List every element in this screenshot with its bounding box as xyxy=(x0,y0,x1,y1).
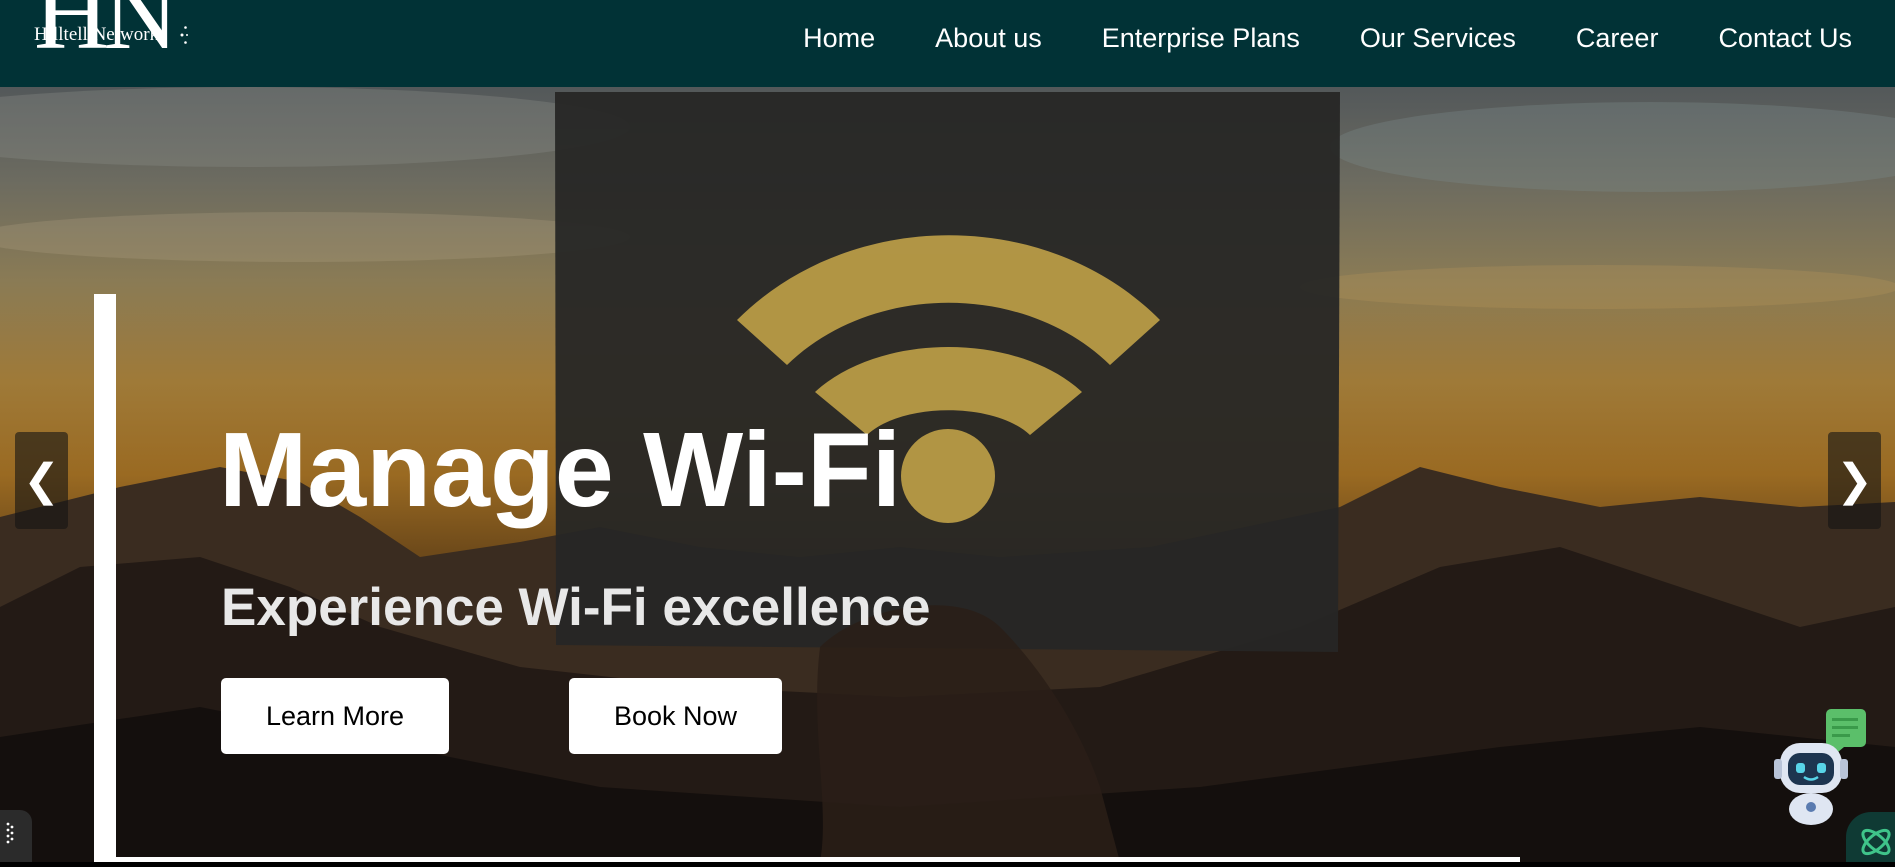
nav-our-services[interactable]: Our Services xyxy=(1360,23,1516,54)
site-header: HN Hilltell Network Home About us Enterp… xyxy=(0,0,1895,87)
hero-subtitle: Experience Wi-Fi excellence xyxy=(221,578,931,637)
accent-bar-vertical xyxy=(94,294,116,862)
nav-enterprise-plans[interactable]: Enterprise Plans xyxy=(1102,23,1300,54)
nav-home[interactable]: Home xyxy=(803,23,875,54)
slider-prev-button[interactable]: ❮ xyxy=(15,432,68,529)
hero-slider: Manage Wi-Fi Experience Wi-Fi excellence… xyxy=(0,87,1895,862)
slider-next-button[interactable]: ❯ xyxy=(1828,432,1881,529)
nav-about-us[interactable]: About us xyxy=(935,23,1042,54)
accent-line-horizontal xyxy=(116,857,1520,862)
floating-brand-badge[interactable] xyxy=(1846,812,1895,862)
logo-brand-name: Hilltell Network xyxy=(34,24,160,45)
book-now-button[interactable]: Book Now xyxy=(569,678,782,754)
leaf-logo-icon xyxy=(1861,828,1891,856)
hero-title: Manage Wi-Fi xyxy=(219,411,902,529)
learn-more-button[interactable]: Learn More xyxy=(221,678,449,754)
chatbot-robot-icon[interactable] xyxy=(1772,707,1872,827)
nav-career[interactable]: Career xyxy=(1576,23,1659,54)
accessibility-widget[interactable] xyxy=(0,810,32,862)
main-nav: Home About us Enterprise Plans Our Servi… xyxy=(803,0,1895,76)
site-logo[interactable]: HN Hilltell Network xyxy=(30,0,190,70)
grip-dots-icon xyxy=(6,822,14,844)
chevron-left-icon: ❮ xyxy=(23,456,60,505)
sparkle-icon xyxy=(180,26,188,44)
nav-contact-us[interactable]: Contact Us xyxy=(1718,23,1852,54)
chevron-right-icon: ❯ xyxy=(1836,456,1873,505)
